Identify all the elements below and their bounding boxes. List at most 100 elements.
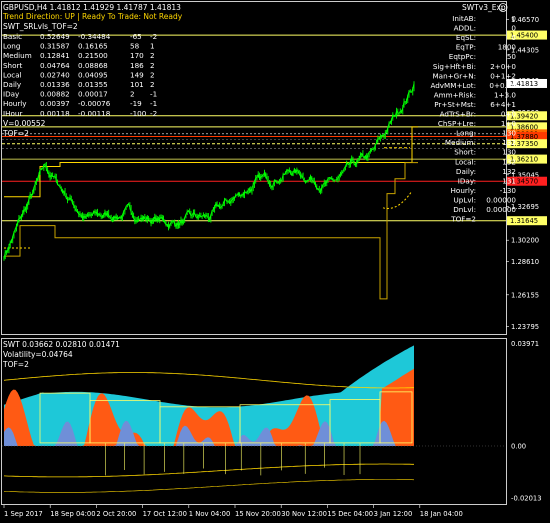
symbol-bar: GBPUSD,H4 1.41812 1.41929 1.41787 1.4181…	[3, 3, 181, 12]
left-table-row: Hourly 0.00397 -0.00076 -19 -1	[3, 99, 157, 108]
left-table-value: -1	[150, 90, 157, 99]
left-table-row: Medium 0.12841 0.21500 170 2	[3, 51, 155, 60]
right-table-name: Medium:	[445, 138, 476, 147]
left-table-name: Medium	[3, 51, 32, 60]
right-table-row: Pr+St+Mst: 6+4+1	[434, 100, 516, 109]
left-table-name: IHour	[3, 109, 22, 118]
sub-window-title: SWT 0.03662 0.02810 0.01471	[3, 340, 120, 349]
right-table-value: 0+1+2	[490, 71, 516, 80]
left-table-name: Local	[3, 70, 22, 79]
right-table-name: Man+Gr+N:	[432, 71, 476, 80]
left-table-value: 186	[130, 61, 144, 70]
right-table-value: 0	[511, 14, 516, 23]
left-table-value: -2	[150, 32, 157, 41]
left-table-value: -65	[130, 32, 142, 41]
right-table-name: AdTrS+Br:	[440, 110, 476, 119]
left-table-value: 2	[150, 61, 155, 70]
left-table-value: -100	[130, 109, 147, 118]
indicator-label: SWT_SRLvls_TOF=2	[3, 22, 78, 31]
left-table-value: 0.00397	[40, 99, 70, 108]
right-table-name: EqTP:	[456, 43, 476, 52]
price-label-text: 1.31645	[510, 217, 538, 225]
axis-tick-label: 1.28610	[511, 258, 539, 266]
left-table-value: 58	[130, 42, 140, 51]
left-table-name: IDay	[3, 90, 20, 99]
time-label: 1 Nov 04:00	[189, 510, 231, 518]
right-table-name: ADDL:	[454, 24, 476, 33]
right-table-name: InitAB:	[452, 14, 476, 23]
left-table-value: 0.01336	[40, 80, 70, 89]
axis-tick-label: 1.23795	[511, 323, 539, 331]
time-label: 18 Jan 04:00	[420, 510, 463, 518]
right-table-value: 1800	[498, 43, 517, 52]
right-table-value: 0+0.10	[489, 81, 516, 90]
sub-axis-label: 0.03971	[511, 340, 539, 348]
right-table-name: AdvMM+Lot:	[430, 81, 476, 90]
left-table-value: 0.16165	[78, 42, 108, 51]
axis-tick-label: 1.26155	[511, 291, 539, 299]
left-table-name: Short	[3, 61, 22, 70]
right-table-value: 50	[507, 52, 517, 61]
time-label: 1 Sep 2017	[4, 510, 43, 518]
right-table-name: Daily:	[456, 167, 476, 176]
axis-tick-label: 1.30200	[511, 237, 539, 245]
right-table-name: TOF=2	[450, 215, 476, 224]
left-table-value: 0.00017	[78, 90, 108, 99]
right-table-row: AdvMM+Lot: 0+0.10	[430, 81, 516, 90]
right-table-name: Local:	[455, 157, 476, 166]
right-table-value: 2+0+0	[490, 62, 516, 71]
right-table-value: -130	[500, 186, 517, 195]
time-label: 15 Dec 04:00	[327, 510, 373, 518]
left-table-value: 0.00118	[40, 109, 70, 118]
right-table-value: 130	[502, 129, 516, 138]
right-table-value: 0	[511, 24, 516, 33]
right-table-name: EqSL:	[456, 33, 476, 42]
right-table-value: 132	[502, 157, 516, 166]
volatility-label: Volatility=0.04764	[3, 350, 73, 359]
left-table-value: -0.34484	[78, 32, 111, 41]
sub-axis-label: -0.02013	[511, 494, 542, 502]
right-table-value: 132	[502, 138, 516, 147]
left-table-value: -1	[150, 99, 157, 108]
right-table-name: DnLvl:	[453, 205, 476, 214]
left-table-value: 0.12841	[40, 51, 70, 60]
right-table-name: Sig+Hft+Bi:	[433, 62, 476, 71]
right-table-name: Pr+St+Mst:	[434, 100, 476, 109]
right-table-name: UpLvl:	[454, 195, 477, 204]
trading-chart-canvas: 1.465701.443051.420401.396601.373951.350…	[0, 0, 550, 523]
right-table-row: Sig+Hft+Bi: 2+0+0	[433, 62, 517, 71]
right-table-row: Amm+Risk: 1+3.0	[434, 90, 517, 99]
left-table-value: 0.08868	[78, 61, 108, 70]
left-table-value: 170	[130, 51, 144, 60]
right-table-name: ChSP+Lre:	[438, 119, 476, 128]
time-label: 30 Nov 12:00	[281, 510, 327, 518]
time-label: 15 Nov 20:00	[235, 510, 281, 518]
left-table-name: Daily	[3, 80, 22, 89]
left-table-name: Basic	[3, 32, 22, 41]
left-table-name: Hourly	[3, 99, 27, 108]
right-table-value: 0+0	[501, 110, 517, 119]
left-table-value: 1	[150, 42, 155, 51]
sub-tof-label: TOF=2	[2, 360, 29, 369]
left-table-value: 0.52649	[40, 32, 70, 41]
right-table-value: 130	[502, 148, 516, 157]
left-table-value: -0.00076	[78, 99, 111, 108]
right-table-name: EqtpPc:	[449, 52, 476, 61]
left-table-value: -2	[150, 109, 157, 118]
time-label: 18 Sep 04:00	[50, 510, 95, 518]
right-table-row: Man+Gr+N: 0+1+2	[432, 71, 516, 80]
time-label: 2 Oct 20:00	[96, 510, 136, 518]
left-table-value: 0.04095	[78, 70, 108, 79]
left-table-value: 2	[150, 80, 155, 89]
left-table-value: 149	[130, 70, 144, 79]
right-table-name: Amm+Risk:	[434, 90, 476, 99]
right-table-value: 6+4+1	[490, 100, 516, 109]
left-table-value: -0.00118	[78, 109, 111, 118]
right-table-name: Hourly:	[451, 186, 476, 195]
right-table-value: 1+0	[501, 119, 517, 128]
right-table-value: 0.00000	[486, 195, 516, 204]
right-table-name: IDay:	[458, 176, 476, 185]
time-label: 3 Jan 12:00	[374, 510, 413, 518]
trend-direction-label: Trend Direction: UP | Ready To Trade: No…	[2, 12, 183, 21]
left-table-value: 0.21500	[78, 51, 108, 60]
